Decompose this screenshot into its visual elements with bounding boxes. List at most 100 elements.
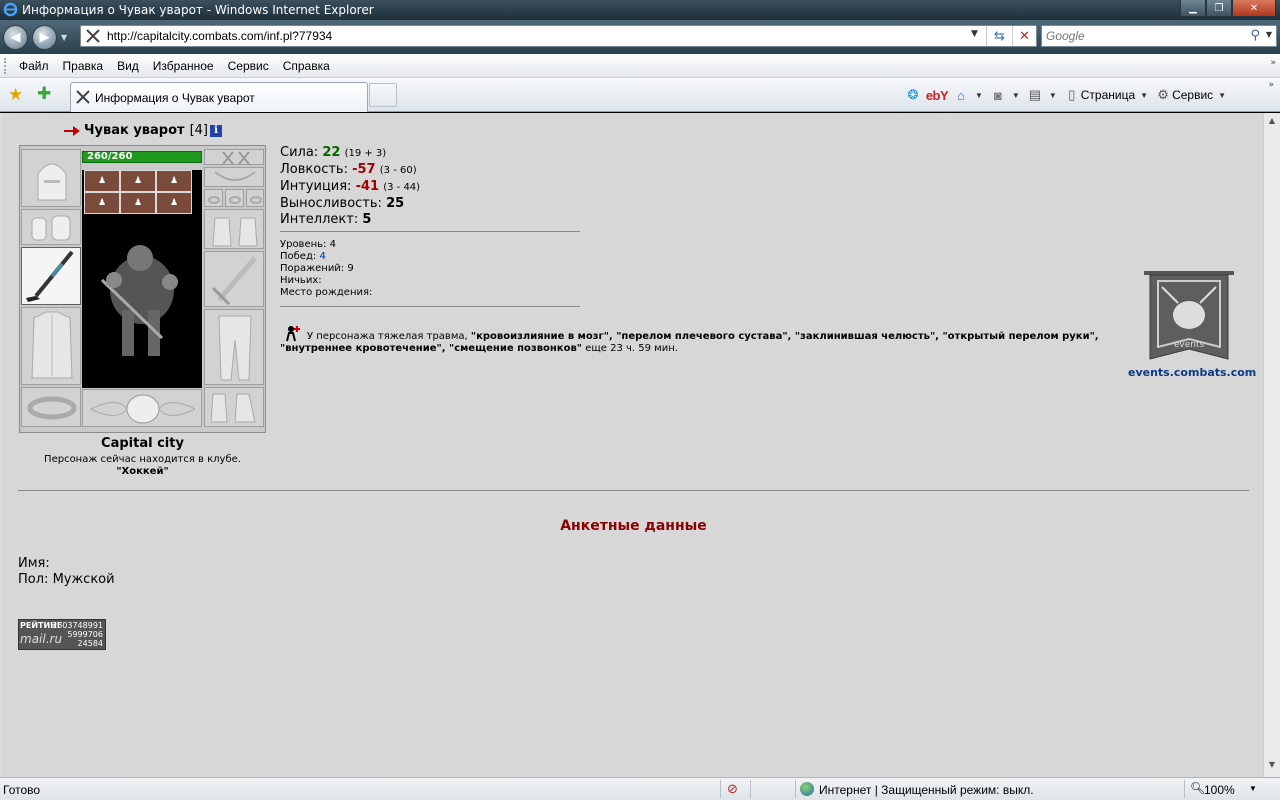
counter-value: 5999706 [67,630,103,639]
refresh-button[interactable]: ⇆ [986,26,1012,46]
maximize-button[interactable]: ❐ [1206,0,1232,17]
trauma-text: У персонажа тяжелая травма, "кровоизлиян… [280,331,1150,355]
emblem-slot[interactable] [82,389,202,427]
recent-pages-chevron-icon[interactable]: ▼ [61,33,67,42]
address-dropdown-icon[interactable]: ▼ [971,29,978,39]
close-window-button[interactable]: ✕ [1232,0,1276,17]
record-value: 4 [319,251,326,262]
leggings-slot[interactable] [204,309,264,385]
divider [280,306,580,307]
security-zone[interactable]: Интернет | Защищенный режим: выкл. [819,783,1034,797]
back-button[interactable]: ◀ [3,25,28,50]
mailru-rating-counter[interactable]: РЕЙТИНГ mail.ru 2603748991 5999706 24584 [18,619,106,650]
ring-icon [229,196,241,204]
add-favorite-icon[interactable]: ✚ [37,84,51,104]
divider [280,231,580,232]
belt-slot[interactable] [21,387,81,427]
status-text: Готово [3,783,41,797]
belt-icon [27,396,77,420]
feeds-button[interactable]: ◙ ▼ [989,86,1020,104]
location-text: Персонаж сейчас находится в клубе. [44,454,241,465]
skype-button[interactable]: ❂ [904,86,922,104]
helmet-slot[interactable] [21,149,81,207]
menu-favorites[interactable]: Избранное [146,59,221,73]
ebay-icon: ebY [925,87,949,103]
search-box[interactable]: ⚲ ▼ [1041,25,1277,47]
stat-intuition: Интуиция: -41 (3 - 44) [280,179,420,196]
armor-slot[interactable] [21,307,81,385]
hp-text: 260/260 [87,151,133,162]
tab-current[interactable]: Информация о Чувак уварот [70,82,368,112]
search-options-chevron-icon[interactable]: ▼ [1266,30,1272,39]
stat-extra: (3 - 60) [379,165,417,176]
favorites-star-icon[interactable]: ★ [8,85,23,105]
effect-potion-icon[interactable]: ♟ [120,170,156,192]
club-name: "Хоккей" [116,466,169,477]
record-birthplace: Место рождения: [280,287,372,299]
scroll-up-icon[interactable]: ▲ [1266,116,1278,130]
effect-potion-icon[interactable]: ♟ [156,192,192,214]
print-button[interactable]: ▤ ▼ [1026,86,1057,104]
toolbar-chevron-icon[interactable]: » [1270,58,1276,68]
effect-potion-icon[interactable]: ♟ [84,192,120,214]
menu-file[interactable]: Файл [12,59,56,73]
search-input[interactable] [1046,27,1246,45]
record-value: 4 [329,239,336,250]
minimize-button[interactable]: ▁ [1180,0,1206,17]
equipment-panel: 260/260 ♟ ♟ ♟ ♟ ♟ ♟ [19,145,266,433]
stats-block: Сила: 22 (19 + 3) Ловкость: -57 (3 - 60)… [280,145,420,228]
print-dropdown-icon[interactable]: ▼ [1049,91,1057,100]
search-icon[interactable]: ⚲ [1250,28,1260,43]
events-link[interactable]: events.combats.com [1128,366,1256,379]
zoom-level[interactable]: 100% [1204,783,1235,797]
record-label: Ничьих: [280,275,322,286]
forward-button[interactable]: ▶ [32,25,57,50]
bracers-slot[interactable] [21,209,81,245]
home-icon: ⌂ [957,87,965,103]
stat-strength: Сила: 22 (19 + 3) [280,145,420,162]
shield-slot[interactable] [204,251,264,307]
scroll-down-icon[interactable]: ▼ [1266,760,1278,774]
events-banner[interactable]: events events.combats.com [1128,267,1256,379]
amulet-slot[interactable] [204,167,264,187]
effect-potion-icon[interactable]: ♟ [84,170,120,192]
ring-slot-3[interactable] [246,189,264,207]
gloves-slot[interactable] [204,209,264,249]
new-tab-button[interactable] [369,83,397,107]
stat-agility: Ловкость: -57 (3 - 60) [280,162,420,179]
weapon-slot[interactable] [21,247,81,305]
tools-menu-button[interactable]: ⚙ Сервис ▼ [1154,86,1226,104]
menu-view[interactable]: Вид [110,59,146,73]
vertical-scrollbar[interactable]: ▲ ▼ [1263,113,1280,777]
command-bar-chevron-icon[interactable]: » [1268,80,1274,90]
address-url[interactable]: http://capitalcity.combats.com/inf.pl?77… [107,29,332,43]
earrings-slot[interactable] [204,149,264,165]
stop-button[interactable]: ✕ [1012,26,1036,46]
private-message-arrow-icon[interactable] [64,125,80,137]
home-button[interactable]: ⌂ ▼ [952,86,983,104]
ebay-button[interactable]: ebY [925,86,949,104]
address-bar[interactable]: http://capitalcity.combats.com/inf.pl?77… [80,25,1037,47]
boots-slot[interactable] [204,387,264,427]
ring-slot-2[interactable] [225,189,244,207]
record-losses: Поражений: 9 [280,263,372,275]
home-dropdown-icon[interactable]: ▼ [975,91,983,100]
ring-slot-1[interactable] [204,189,223,207]
zoom-icon[interactable]: 🔍︎ [1190,781,1205,795]
menu-help[interactable]: Справка [276,59,337,73]
stat-extra: (3 - 44) [383,182,421,193]
effect-potion-icon[interactable]: ♟ [120,192,156,214]
record-level: Уровень: 4 [280,239,372,251]
page-menu-button[interactable]: ▯ Страница ▼ [1063,86,1148,104]
popup-blocker-icon[interactable]: ⊘ [727,781,738,797]
info-icon[interactable]: i [210,124,222,137]
sword-icon [211,256,257,306]
counter-numbers: 2603748991 5999706 24584 [52,621,103,648]
zoom-dropdown-icon[interactable]: ▼ [1249,784,1257,793]
crossed-swords-icon [76,90,90,104]
menu-edit[interactable]: Правка [56,59,111,73]
effect-potion-icon[interactable]: ♟ [156,170,192,192]
feeds-dropdown-icon[interactable]: ▼ [1012,91,1020,100]
stat-label: Интуиция: [280,179,352,194]
menu-tools[interactable]: Сервис [221,59,276,73]
